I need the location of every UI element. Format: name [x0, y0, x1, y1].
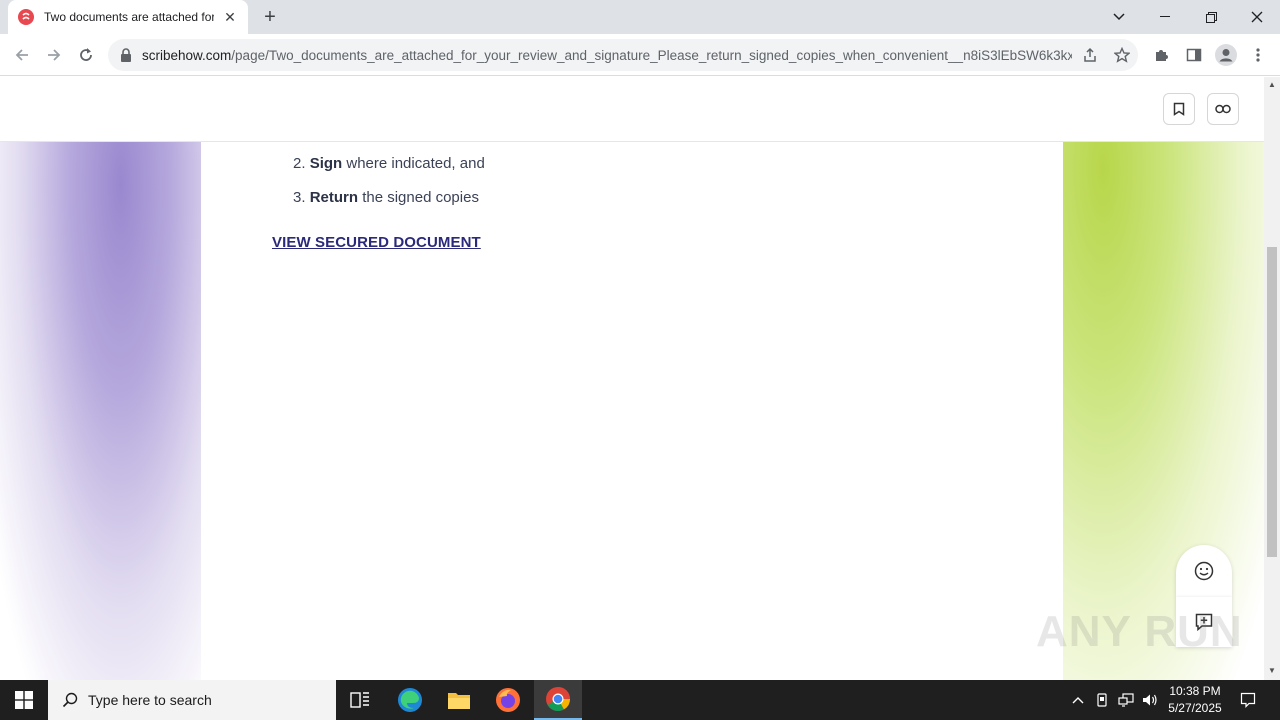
show-hidden-icons-chevron-icon[interactable]	[1068, 680, 1088, 720]
device-icon[interactable]	[1092, 680, 1112, 720]
firefox-icon[interactable]	[484, 680, 532, 720]
back-arrow-icon[interactable]	[8, 41, 36, 69]
minimize-button[interactable]	[1142, 0, 1188, 34]
url-text: scribehow.com/page/Two_documents_are_att…	[142, 47, 1072, 63]
list-item: 3. Return the signed copies	[293, 189, 479, 206]
right-gradient-panel	[1063, 142, 1264, 680]
tab-title: Two documents are attached for your revi…	[44, 10, 214, 24]
edge-browser-icon[interactable]	[386, 680, 434, 720]
anyrun-watermark: ANY RUN	[1036, 607, 1243, 656]
menu-kebab-icon[interactable]	[1244, 41, 1272, 69]
bookmark-button[interactable]	[1163, 93, 1195, 125]
share-icon[interactable]	[1076, 41, 1104, 69]
windows-taskbar: Type here to search 10:38 PM 5/27/2025	[0, 680, 1280, 720]
windows-logo-icon	[15, 691, 33, 709]
taskbar-search-box[interactable]: Type here to search	[48, 680, 336, 720]
profile-avatar-icon[interactable]	[1212, 41, 1240, 69]
reload-icon[interactable]	[72, 41, 100, 69]
tab-close-icon[interactable]: ✕	[222, 9, 238, 25]
task-view-icon[interactable]	[336, 680, 384, 720]
bookmark-icon	[1173, 102, 1185, 116]
feedback-button[interactable]	[1176, 545, 1232, 597]
scroll-up-arrow-icon[interactable]: ▲	[1268, 81, 1276, 89]
copy-link-button[interactable]	[1207, 93, 1239, 125]
chrome-icon[interactable]	[534, 680, 582, 720]
forward-arrow-icon[interactable]	[40, 41, 68, 69]
tab-search-chevron-icon[interactable]	[1096, 0, 1142, 34]
new-tab-button[interactable]: +	[258, 6, 282, 28]
bookmark-star-icon[interactable]	[1108, 41, 1136, 69]
restore-button[interactable]	[1188, 0, 1234, 34]
lock-icon	[121, 48, 131, 62]
address-bar[interactable]: scribehow.com/page/Two_documents_are_att…	[108, 39, 1138, 71]
network-icon[interactable]	[1116, 680, 1136, 720]
left-gradient-panel	[0, 142, 201, 680]
start-button[interactable]	[0, 680, 48, 720]
side-panel-icon[interactable]	[1180, 41, 1208, 69]
extensions-puzzle-icon[interactable]	[1148, 41, 1176, 69]
scribe-favicon-icon	[18, 9, 34, 25]
instruction-list: 2. Sign where indicated, and 3. Return t…	[293, 154, 485, 222]
smiley-icon	[1194, 561, 1214, 581]
volume-icon[interactable]	[1140, 680, 1160, 720]
scrollbar-thumb[interactable]	[1267, 247, 1277, 557]
scroll-down-arrow-icon[interactable]: ▼	[1268, 667, 1276, 675]
browser-toolbar: scribehow.com/page/Two_documents_are_att…	[0, 34, 1280, 76]
browser-tab[interactable]: Two documents are attached for your revi…	[8, 0, 248, 34]
close-window-button[interactable]	[1234, 0, 1280, 34]
search-icon	[62, 692, 78, 708]
document-content: 2. Sign where indicated, and 3. Return t…	[201, 142, 1063, 680]
list-item: 2. Sign where indicated, and	[293, 155, 485, 172]
page-scrollbar[interactable]: ▲ ▼	[1264, 77, 1280, 680]
link-icon	[1215, 104, 1231, 114]
notifications-icon[interactable]	[1236, 680, 1260, 720]
view-secured-document-link[interactable]: VIEW SECURED DOCUMENT	[272, 234, 481, 251]
title-bar: Two documents are attached for your revi…	[0, 0, 1280, 34]
file-explorer-icon[interactable]	[435, 680, 483, 720]
page-header	[0, 77, 1264, 142]
system-clock[interactable]: 10:38 PM 5/27/2025	[1160, 683, 1230, 717]
web-page: 2. Sign where indicated, and 3. Return t…	[0, 77, 1264, 680]
